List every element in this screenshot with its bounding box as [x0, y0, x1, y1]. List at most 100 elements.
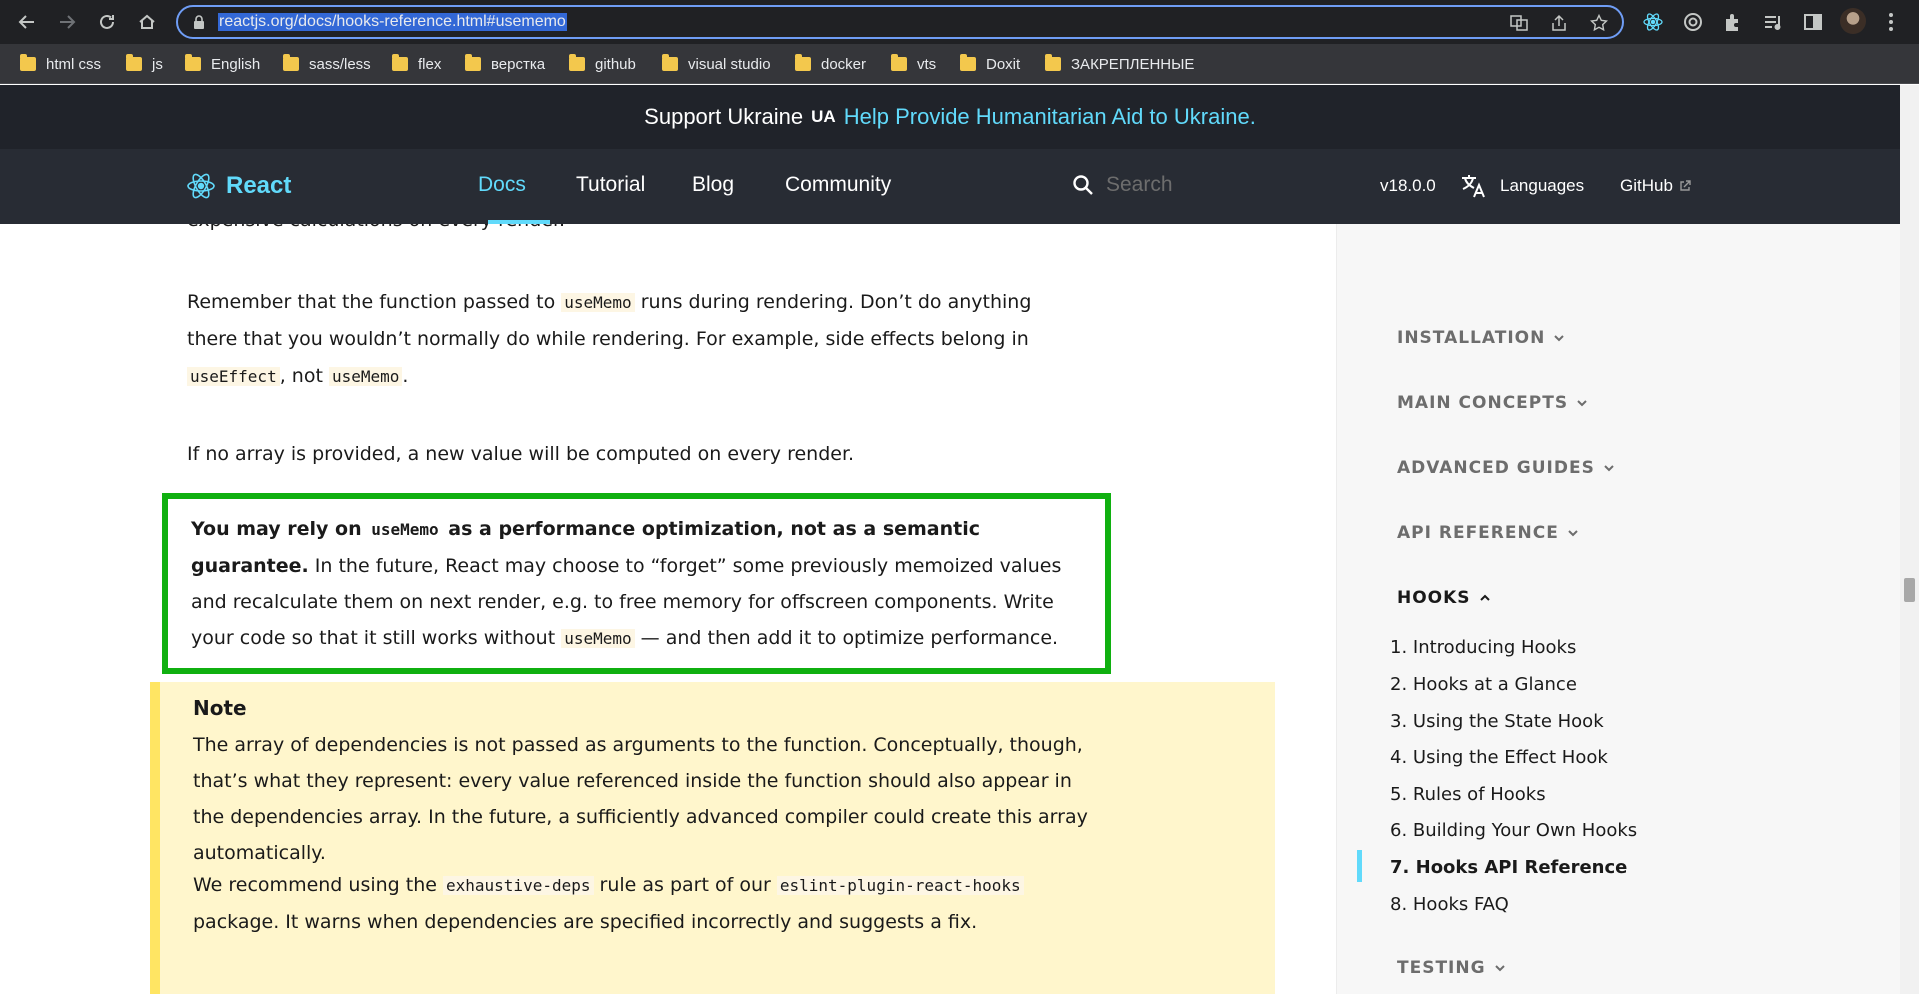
nav-link-community[interactable]: Community	[785, 173, 891, 197]
target-extension-icon[interactable]	[1682, 11, 1704, 33]
sidebar-item-hooks-faq[interactable]: 8. Hooks FAQ	[1390, 894, 1509, 915]
bookmark-folder[interactable]: github	[569, 54, 636, 74]
bookmarks-bar: html css js English sass/less flex верст…	[0, 44, 1919, 84]
folder-icon	[283, 54, 299, 71]
inline-code: exhaustive-deps	[443, 876, 594, 895]
active-item-marker	[1357, 850, 1362, 882]
folder-icon	[891, 54, 907, 71]
site-navbar: React Docs Tutorial Blog Community v18.0…	[0, 149, 1900, 224]
sidebar-item-hooks-api-reference[interactable]: 7. Hooks API Reference	[1390, 857, 1627, 878]
bookmark-folder[interactable]: English	[185, 54, 260, 74]
bookmark-folder[interactable]: visual studio	[662, 54, 771, 74]
search-box	[1072, 173, 1306, 197]
nav-link-docs[interactable]: Docs	[478, 173, 526, 197]
highlighted-callout: You may rely on useMemo as a performance…	[162, 493, 1111, 674]
note-paragraph: The array of dependencies is not passed …	[193, 734, 1088, 864]
note-title: Note	[193, 696, 247, 720]
bookmark-folder[interactable]: flex	[392, 54, 441, 74]
doc-content: expensive calculations on every render. …	[0, 224, 1336, 994]
sidebar-item-hooks-at-a-glance[interactable]: 2. Hooks at a Glance	[1390, 674, 1577, 695]
sidebar-section-testing[interactable]: TESTING	[1397, 958, 1506, 978]
callout-text: You may rely on useMemo as a performance…	[191, 518, 1062, 649]
chevron-down-icon	[1494, 965, 1505, 972]
banner-link[interactable]: Help Provide Humanitarian Aid to Ukraine…	[844, 104, 1256, 130]
sidebar-section-main-concepts[interactable]: MAIN CONCEPTS	[1397, 393, 1588, 413]
folder-icon	[1045, 54, 1061, 71]
inline-code: useMemo	[371, 520, 439, 539]
nav-link-blog[interactable]: Blog	[692, 173, 734, 197]
github-label: GitHub	[1620, 176, 1673, 195]
paragraph: If no array is provided, a new value wil…	[187, 443, 855, 465]
chevron-down-icon	[1577, 400, 1587, 407]
back-icon[interactable]	[12, 7, 42, 37]
react-logo-icon	[187, 173, 215, 199]
folder-icon	[392, 54, 408, 71]
search-input[interactable]	[1106, 173, 1306, 197]
note-paragraph: We recommend using the exhaustive-deps r…	[193, 867, 1093, 940]
bookmark-folder[interactable]: верстка	[465, 54, 545, 74]
sidebar-section-installation[interactable]: INSTALLATION	[1397, 328, 1565, 348]
github-link[interactable]: GitHub	[1620, 176, 1691, 196]
bookmark-folder[interactable]: docker	[795, 54, 866, 74]
chevron-down-icon	[1554, 335, 1565, 342]
nav-link-tutorial[interactable]: Tutorial	[576, 173, 645, 197]
bookmark-folder[interactable]: Doxit	[960, 54, 1020, 74]
home-icon[interactable]	[132, 7, 162, 37]
sidebar-section-api-reference[interactable]: API REFERENCE	[1397, 523, 1579, 543]
chevron-up-icon	[1479, 594, 1490, 601]
sidebar-section-hooks[interactable]: HOOKS	[1397, 588, 1491, 608]
folder-icon	[960, 54, 976, 71]
star-icon[interactable]	[1590, 14, 1608, 32]
bookmark-folder[interactable]: sass/less	[283, 54, 371, 74]
url-text[interactable]: reactjs.org/docs/hooks-reference.html#us…	[218, 13, 567, 31]
search-icon	[1073, 175, 1093, 195]
note-box: Note The array of dependencies is not pa…	[150, 682, 1275, 994]
side-panel-icon[interactable]	[1802, 11, 1824, 33]
sidebar-item-effect-hook[interactable]: 4. Using the Effect Hook	[1390, 747, 1608, 768]
folder-icon	[20, 54, 36, 71]
profile-avatar[interactable]	[1840, 8, 1866, 34]
bookmark-folder[interactable]: vts	[891, 54, 936, 74]
banner-text: Support Ukraine	[644, 104, 804, 129]
extensions-puzzle-icon[interactable]	[1722, 11, 1744, 33]
scrollbar-thumb[interactable]	[1904, 578, 1915, 602]
inline-code: useMemo	[328, 367, 403, 386]
sidebar-section-advanced-guides[interactable]: ADVANCED GUIDES	[1397, 458, 1615, 478]
languages-label: Languages	[1500, 176, 1585, 195]
version-link[interactable]: v18.0.0	[1380, 176, 1436, 196]
chevron-down-icon	[1604, 465, 1614, 472]
banner-badge: UA	[811, 107, 836, 126]
folder-icon	[662, 54, 678, 71]
react-logo-link[interactable]: React	[186, 171, 291, 201]
sidebar-item-custom-hooks[interactable]: 6. Building Your Own Hooks	[1390, 820, 1637, 841]
reload-icon[interactable]	[92, 7, 122, 37]
page-scrollbar[interactable]	[1900, 85, 1919, 994]
sidebar-item-introducing-hooks[interactable]: 1. Introducing Hooks	[1390, 637, 1576, 658]
inline-code: useMemo	[561, 629, 635, 648]
bookmark-folder[interactable]: html css	[20, 54, 101, 74]
docs-sidebar: INSTALLATION MAIN CONCEPTS ADVANCED GUID…	[1336, 224, 1900, 994]
menu-dots-icon[interactable]	[1880, 11, 1902, 33]
paragraph: Remember that the function passed to use…	[187, 291, 1032, 387]
paragraph: expensive calculations on every render.	[187, 224, 1087, 239]
sidebar-item-state-hook[interactable]: 3. Using the State Hook	[1390, 711, 1604, 732]
address-bar[interactable]: reactjs.org/docs/hooks-reference.html#us…	[176, 5, 1624, 39]
react-devtools-icon[interactable]	[1642, 11, 1664, 33]
brand-name: React	[226, 172, 292, 199]
forward-icon[interactable]	[52, 7, 82, 37]
folder-icon	[795, 54, 811, 71]
bookmark-folder[interactable]: ЗАКРЕПЛЕННЫЕ	[1045, 54, 1194, 74]
languages-link[interactable]: Languages	[1460, 173, 1584, 199]
inline-code: useEffect	[187, 367, 280, 386]
inline-code: useMemo	[561, 293, 635, 312]
inline-code: eslint-plugin-react-hooks	[776, 876, 1024, 895]
chevron-down-icon	[1568, 530, 1578, 537]
bookmark-folder[interactable]: js	[126, 54, 163, 74]
sidebar-item-rules-of-hooks[interactable]: 5. Rules of Hooks	[1390, 784, 1546, 805]
share-icon[interactable]	[1550, 14, 1568, 32]
folder-icon	[126, 54, 142, 71]
folder-icon	[465, 54, 481, 71]
folder-icon	[185, 54, 201, 71]
translate-icon[interactable]	[1510, 14, 1528, 32]
media-queue-icon[interactable]	[1762, 11, 1784, 33]
